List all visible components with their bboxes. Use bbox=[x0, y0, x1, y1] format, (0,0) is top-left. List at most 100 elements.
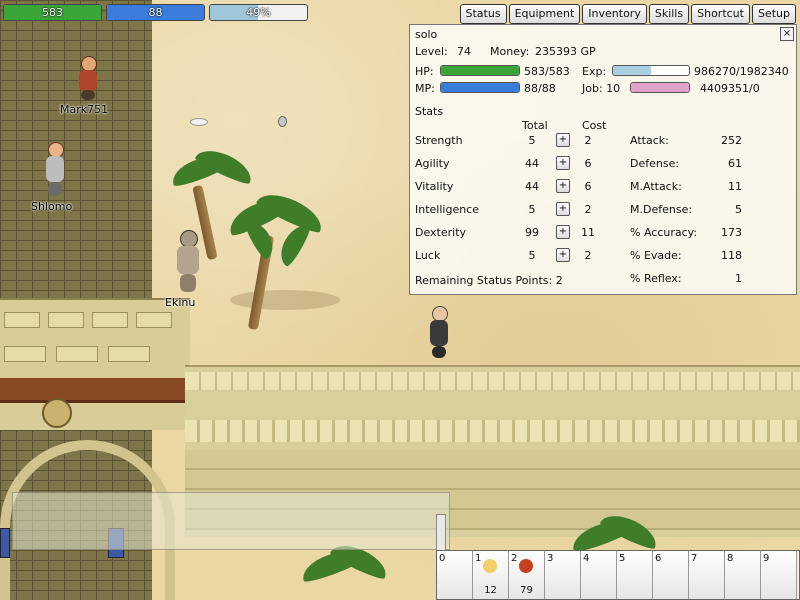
derived-stat-name: % Evade: bbox=[630, 249, 682, 262]
hp-label: HP: bbox=[415, 65, 434, 78]
close-button[interactable]: × bbox=[780, 27, 794, 41]
job-status-value: 4409351/0 bbox=[700, 82, 760, 95]
crenel bbox=[136, 312, 172, 328]
shortcut-slot[interactable]: 4 bbox=[581, 551, 617, 599]
setup-button[interactable]: Setup bbox=[751, 4, 796, 24]
derived-stat-name: Defense: bbox=[630, 157, 680, 170]
increase-stat-button[interactable]: + bbox=[556, 248, 570, 262]
window-title: solo bbox=[415, 28, 438, 41]
crenel bbox=[48, 312, 84, 328]
level-label: Level: bbox=[415, 45, 448, 58]
derived-stat-value: 173 bbox=[721, 226, 742, 239]
shortcut-slot[interactable]: 7 bbox=[689, 551, 725, 599]
player-ekinu[interactable] bbox=[174, 230, 202, 292]
money-label: Money: bbox=[490, 45, 530, 58]
slot-number: 7 bbox=[691, 553, 698, 564]
equipment-button[interactable]: Equipment bbox=[508, 4, 581, 24]
potion-icon bbox=[483, 559, 497, 573]
shortcut-slot[interactable]: 3 bbox=[545, 551, 581, 599]
slot-number: 5 bbox=[619, 553, 626, 564]
stat-cost: 2 bbox=[584, 134, 592, 147]
inventory-button[interactable]: Inventory bbox=[582, 4, 647, 24]
brick-floor bbox=[0, 0, 152, 300]
increase-stat-button[interactable]: + bbox=[556, 133, 570, 147]
status-window[interactable]: solo × Level: 74 Money: 235393 GP HP: 58… bbox=[409, 24, 797, 295]
stat-name: Agility bbox=[415, 157, 450, 170]
derived-stat-name: M.Defense: bbox=[630, 203, 693, 216]
derived-stat-name: Attack: bbox=[630, 134, 669, 147]
derived-stat-value: 61 bbox=[728, 157, 742, 170]
wall-crenels bbox=[185, 420, 800, 442]
xp-value: 49% bbox=[246, 6, 271, 19]
derived-stat-value: 11 bbox=[728, 180, 742, 193]
mp-label: MP: bbox=[415, 82, 435, 95]
increase-stat-button[interactable]: + bbox=[556, 179, 570, 193]
stat-name: Strength bbox=[415, 134, 463, 147]
derived-stat-value: 252 bbox=[721, 134, 742, 147]
slot-quantity: 12 bbox=[484, 585, 497, 596]
derived-stat-name: % Accuracy: bbox=[630, 226, 698, 239]
slot-number: 8 bbox=[727, 553, 734, 564]
slot-number: 0 bbox=[439, 553, 446, 564]
stat-total: 5 bbox=[528, 249, 536, 262]
shortcut-slot[interactable]: 0 bbox=[437, 551, 473, 599]
chat-window[interactable] bbox=[12, 492, 450, 550]
stat-total: 99 bbox=[525, 226, 539, 239]
cost-header: Cost bbox=[582, 119, 607, 132]
skills-button[interactable]: Skills bbox=[648, 4, 690, 24]
player-name: Ekinu bbox=[165, 296, 196, 309]
derived-stat-name: M.Attack: bbox=[630, 180, 682, 193]
ground-item-icon[interactable] bbox=[278, 116, 287, 127]
derived-stat-value: 1 bbox=[735, 272, 742, 285]
player-name: Shlomo bbox=[31, 200, 73, 213]
banner-icon bbox=[0, 528, 10, 558]
shortcut-bar: 0 1 12 2 79 3 4 5 6 7 8 9 bbox=[436, 550, 800, 600]
level-value: 74 bbox=[457, 45, 471, 58]
total-header: Total bbox=[522, 119, 548, 132]
job-label: Job: 10 bbox=[582, 82, 621, 95]
status-button[interactable]: Status bbox=[459, 4, 507, 24]
wooden-beam bbox=[0, 378, 192, 403]
shortcut-button[interactable]: Shortcut bbox=[691, 4, 750, 24]
crenel bbox=[108, 346, 150, 362]
slot-number: 3 bbox=[547, 553, 554, 564]
slot-number: 2 bbox=[511, 553, 518, 564]
derived-stat-value: 118 bbox=[721, 249, 742, 262]
hp-status-bar bbox=[440, 65, 520, 76]
ground-item-icon[interactable] bbox=[190, 118, 208, 126]
shortcut-slot[interactable]: 2 79 bbox=[509, 551, 545, 599]
mp-value: 88 bbox=[148, 6, 163, 19]
stat-total: 44 bbox=[525, 157, 539, 170]
stats-heading: Stats bbox=[415, 105, 444, 118]
mp-bar: 88 bbox=[106, 4, 205, 21]
job-status-bar bbox=[630, 82, 690, 93]
slot-number: 4 bbox=[583, 553, 590, 564]
player-shlomo[interactable] bbox=[43, 142, 67, 196]
exp-label: Exp: bbox=[582, 65, 607, 78]
stat-cost: 6 bbox=[584, 180, 592, 193]
increase-stat-button[interactable]: + bbox=[556, 156, 570, 170]
shortcut-slot[interactable]: 1 12 bbox=[473, 551, 509, 599]
shortcut-slot[interactable]: 6 bbox=[653, 551, 689, 599]
shortcut-slot[interactable]: 9 bbox=[761, 551, 797, 599]
money-value: 235393 GP bbox=[535, 45, 596, 58]
shortcut-slot[interactable]: 8 bbox=[725, 551, 761, 599]
stat-name: Dexterity bbox=[415, 226, 467, 239]
stat-cost: 2 bbox=[584, 203, 592, 216]
local-player[interactable] bbox=[428, 306, 450, 358]
stat-name: Luck bbox=[415, 249, 441, 262]
tree-shadow bbox=[230, 290, 340, 310]
increase-stat-button[interactable]: + bbox=[556, 202, 570, 216]
chat-scrollbar[interactable] bbox=[436, 514, 446, 552]
player-mark751[interactable] bbox=[76, 54, 100, 100]
hp-status-value: 583/583 bbox=[524, 65, 570, 78]
slot-quantity: 79 bbox=[520, 585, 533, 596]
stat-name: Intelligence bbox=[415, 203, 480, 216]
exp-status-value: 986270/1982340 bbox=[694, 65, 789, 78]
shortcut-slot[interactable]: 5 bbox=[617, 551, 653, 599]
slot-number: 1 bbox=[475, 553, 482, 564]
apple-icon bbox=[519, 559, 533, 573]
wall-crenels bbox=[185, 372, 800, 390]
increase-stat-button[interactable]: + bbox=[556, 225, 570, 239]
remaining-points: Remaining Status Points: 2 bbox=[415, 274, 563, 287]
